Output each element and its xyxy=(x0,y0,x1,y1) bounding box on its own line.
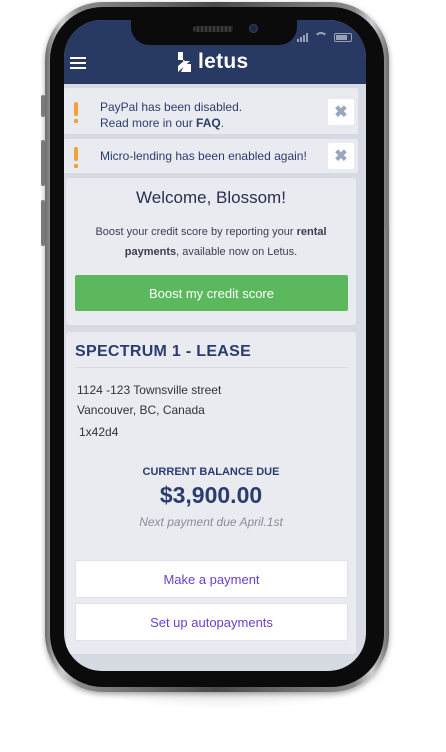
warning-icon xyxy=(74,147,78,168)
app-screen: letus PayPal has been disabled. Read mor… xyxy=(64,20,366,671)
alert-microlending: Micro-lending has been enabled again! ✖ xyxy=(64,139,358,173)
boost-credit-button[interactable]: Boost my credit score xyxy=(75,275,348,311)
speaker-grille xyxy=(193,26,233,32)
balance-amount: $3,900.00 xyxy=(159,482,263,508)
menu-icon[interactable] xyxy=(70,57,86,69)
alert-message: PayPal has been disabled. Read more in o… xyxy=(100,99,242,131)
welcome-body-text-2: , available now on Letus. xyxy=(176,246,298,258)
welcome-body-text: Boost your credit score by reporting you… xyxy=(95,226,297,238)
power-button xyxy=(385,160,389,230)
lease-title: SPECTRUM 1 - LEASE xyxy=(75,343,252,360)
alert-line-2-suffix: . xyxy=(220,116,225,130)
welcome-title: Welcome, Blossom! xyxy=(66,188,356,208)
lease-address: 1124 -123 Townsville street Vancouver, B… xyxy=(77,380,221,442)
volume-down-button xyxy=(41,200,45,246)
faq-link[interactable]: FAQ xyxy=(196,116,221,130)
balance-label: CURRENT BALANCE DUE xyxy=(142,466,280,478)
welcome-greeting: Welcome, xyxy=(136,188,217,207)
alert-line-2: Read more in our FAQ. xyxy=(100,115,242,131)
welcome-card: Welcome, Blossom! Boost your credit scor… xyxy=(66,178,356,325)
address-line-1: 1124 -123 Townsville street xyxy=(77,383,222,397)
autopay-button[interactable]: Set up autopayments xyxy=(75,603,348,641)
divider xyxy=(75,367,347,368)
lease-card: SPECTRUM 1 - LEASE 1124 -123 Townsville … xyxy=(66,332,356,654)
app-logo: letus xyxy=(176,50,249,74)
address-line-2: Vancouver, BC, Canada xyxy=(77,403,205,417)
warning-icon xyxy=(74,102,78,123)
user-name: Blossom xyxy=(216,188,282,207)
alert-line-2-text: Read more in our xyxy=(100,116,197,130)
make-payment-button[interactable]: Make a payment xyxy=(75,560,348,598)
letus-logo-icon xyxy=(178,52,191,72)
close-icon[interactable]: ✖ xyxy=(328,99,354,125)
address-line-3: 1x42d4 xyxy=(79,425,119,439)
next-payment-text: Next payment due April.1st xyxy=(139,515,283,529)
alert-paypal: PayPal has been disabled. Read more in o… xyxy=(64,88,358,134)
battery-icon xyxy=(334,32,352,42)
mute-switch xyxy=(41,95,45,117)
welcome-exclaim: ! xyxy=(281,188,286,207)
close-icon[interactable]: ✖ xyxy=(328,143,354,169)
alert-message: Micro-lending has been enabled again! xyxy=(100,149,307,163)
wifi-icon xyxy=(314,32,328,42)
signal-icon xyxy=(297,32,308,42)
status-bar xyxy=(297,32,352,42)
volume-up-button xyxy=(41,140,45,186)
camera-icon xyxy=(249,24,258,33)
logo-text: letus xyxy=(198,50,249,73)
alert-line-1: PayPal has been disabled. xyxy=(100,100,243,114)
welcome-body: Boost your credit score by reporting you… xyxy=(84,222,338,262)
notch xyxy=(131,18,297,45)
